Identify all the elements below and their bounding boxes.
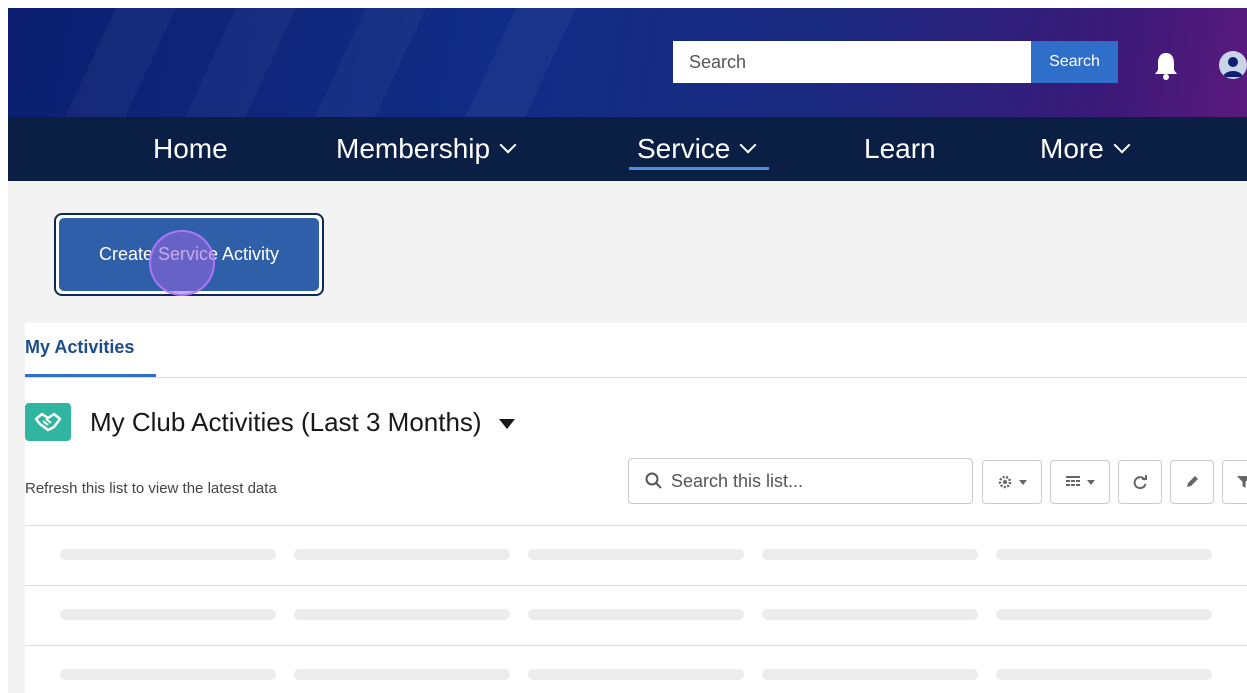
caret-down-icon xyxy=(498,419,515,430)
caret-down-icon xyxy=(1019,479,1027,485)
filter-icon xyxy=(1237,476,1247,488)
chevron-down-icon xyxy=(499,136,517,154)
loading-placeholder xyxy=(762,609,978,620)
nav-label: Membership xyxy=(336,133,491,164)
nav-item-more[interactable]: More xyxy=(1040,117,1131,181)
refresh-button[interactable] xyxy=(1118,460,1162,504)
tab-my-activities[interactable]: My Activities xyxy=(25,337,156,377)
nav-label: Service xyxy=(637,133,731,164)
global-search-button[interactable]: Search xyxy=(1031,41,1118,83)
chevron-down-icon xyxy=(739,136,757,154)
header-decoration xyxy=(170,8,306,117)
activities-panel: My Activities My Club Activities (Last 3… xyxy=(25,323,1247,693)
loading-placeholder xyxy=(60,549,276,560)
list-title: My Club Activities (Last 3 Months) xyxy=(90,407,482,437)
table-row-divider xyxy=(25,585,1247,586)
list-search-placeholder: Search this list... xyxy=(671,470,804,491)
nav-label: Learn xyxy=(864,133,936,164)
filter-button[interactable] xyxy=(1222,460,1247,504)
loading-placeholder xyxy=(294,669,510,680)
loading-placeholder xyxy=(528,549,744,560)
tab-divider xyxy=(25,377,1247,378)
table-view-icon xyxy=(1066,476,1080,486)
loading-placeholder xyxy=(60,669,276,680)
global-search-input[interactable]: Search xyxy=(673,41,1031,83)
gear-icon xyxy=(998,475,1012,489)
loading-placeholder xyxy=(762,669,978,680)
create-button-face[interactable]: Create Service Activity xyxy=(59,218,319,296)
refresh-status: Refresh this list to view the latest dat… xyxy=(25,480,277,497)
table-row-divider xyxy=(25,645,1247,646)
header-decoration xyxy=(300,8,436,117)
loading-placeholder xyxy=(528,609,744,620)
nav-label: More xyxy=(1040,133,1104,164)
nav-item-learn[interactable]: Learn xyxy=(864,117,936,181)
list-search-input[interactable]: Search this list... xyxy=(628,458,973,504)
loading-placeholder xyxy=(60,609,276,620)
create-service-activity-button[interactable]: Create Service Activity xyxy=(54,213,324,296)
loading-placeholder xyxy=(996,669,1212,680)
handshake-icon xyxy=(25,403,71,441)
active-nav-indicator xyxy=(629,167,769,170)
list-settings-button[interactable] xyxy=(982,460,1042,504)
main-nav: Home Membership Service Learn More xyxy=(8,117,1247,181)
site-header: Search Search xyxy=(8,8,1247,117)
loading-placeholder xyxy=(996,609,1212,620)
create-button-label: Create Service Activity xyxy=(98,244,280,264)
nav-label: Home xyxy=(153,133,228,164)
list-view-selector[interactable]: My Club Activities (Last 3 Months) xyxy=(90,407,515,438)
loading-placeholder xyxy=(996,549,1212,560)
table-header-divider xyxy=(25,525,1247,526)
loading-placeholder xyxy=(528,669,744,680)
search-icon xyxy=(645,472,662,489)
tab-label: My Activities xyxy=(25,337,135,357)
loading-placeholder xyxy=(294,609,510,620)
app-frame: Search Search Home Membership Service Le… xyxy=(8,8,1247,693)
user-avatar-icon[interactable] xyxy=(1219,51,1247,79)
loading-placeholder xyxy=(294,549,510,560)
chevron-down-icon xyxy=(1113,136,1131,154)
nav-item-home[interactable]: Home xyxy=(153,117,228,181)
nav-item-service[interactable]: Service xyxy=(637,117,757,181)
header-decoration xyxy=(450,8,586,117)
nav-item-membership[interactable]: Membership xyxy=(336,117,517,181)
header-decoration xyxy=(50,8,186,117)
edit-icon xyxy=(1187,476,1198,487)
edit-button[interactable] xyxy=(1170,460,1214,504)
refresh-icon xyxy=(1133,475,1147,490)
display-as-button[interactable] xyxy=(1050,460,1110,504)
bell-icon[interactable] xyxy=(1153,51,1179,81)
caret-down-icon xyxy=(1087,479,1095,485)
loading-placeholder xyxy=(762,549,978,560)
